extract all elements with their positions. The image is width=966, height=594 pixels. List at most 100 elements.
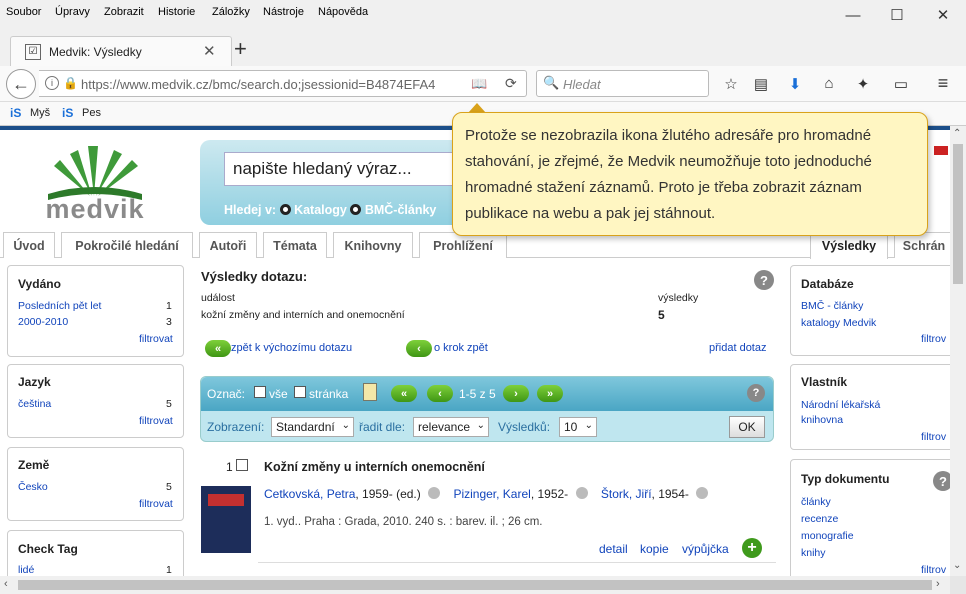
hscroll-thumb[interactable] (18, 580, 932, 590)
hamburger-menu-icon[interactable]: ≡ (930, 70, 956, 97)
scope-bmc-radio[interactable] (350, 204, 362, 215)
add-icon[interactable]: + (742, 538, 762, 558)
facet-item[interactable]: recenze (801, 513, 838, 525)
search-icon: 🔍 (543, 75, 560, 90)
tab-pokrocile[interactable]: Pokročilé hledání (61, 232, 193, 258)
vypujcka-link[interactable]: výpůjčka (682, 542, 729, 556)
last-page-icon[interactable]: » (537, 385, 563, 402)
facet-title: Typ dokumentu (801, 472, 890, 486)
info-icon[interactable]: i (45, 76, 59, 90)
scroll-up-icon[interactable]: ⌃ (953, 128, 961, 139)
menu-zobrazit[interactable]: Zobrazit (104, 6, 144, 18)
mark-page-checkbox[interactable] (294, 386, 306, 398)
english-flag-icon[interactable] (934, 146, 948, 155)
facet-item[interactable]: katalogy Medvik (801, 317, 876, 329)
close-tab-icon[interactable]: ✕ (203, 42, 216, 60)
facet-filter-link[interactable]: filtrovat (139, 498, 173, 510)
scroll-thumb[interactable] (953, 144, 963, 284)
book-cover[interactable] (201, 486, 251, 553)
clipboard-icon[interactable] (363, 383, 377, 401)
clipboard-icon[interactable]: ▤ (748, 70, 774, 97)
scope-bmc-label[interactable]: BMČ-články (365, 203, 437, 217)
scope-katalogy-radio[interactable] (279, 204, 291, 215)
back-start-icon[interactable]: « (205, 340, 231, 357)
scroll-down-icon[interactable]: ⌄ (953, 560, 961, 571)
help-icon[interactable]: ? (754, 270, 774, 290)
help-icon[interactable]: ? (933, 471, 950, 491)
tab-autori[interactable]: Autoři (199, 232, 257, 258)
sort-select[interactable]: relevance ⌄ (413, 417, 489, 437)
facet-filter-link[interactable]: filtrov (921, 564, 946, 576)
help-icon[interactable]: ? (747, 384, 765, 402)
facet-item[interactable]: lidé (18, 564, 34, 576)
download-icon[interactable]: ⬇ (782, 70, 808, 97)
record-checkbox[interactable] (236, 459, 248, 471)
ok-button[interactable]: OK (729, 416, 765, 438)
per-page-select[interactable]: 10 ⌄ (559, 417, 597, 437)
display-select[interactable]: Standardní ⌄ (271, 417, 354, 437)
info-icon[interactable] (575, 487, 588, 499)
facet-filter-link[interactable]: filtrov (921, 333, 946, 345)
menu-nastroje[interactable]: Nástroje (263, 6, 304, 18)
new-tab-icon[interactable]: + (234, 36, 247, 62)
menu-historie[interactable]: Historie (158, 6, 195, 18)
facet-item[interactable]: BMČ - články (801, 300, 863, 312)
facet-filter-link[interactable]: filtrovat (139, 415, 173, 427)
first-page-icon[interactable]: « (391, 385, 417, 402)
search-field[interactable]: 🔍 Hledat (536, 70, 709, 97)
reload-icon[interactable]: ⟳ (505, 75, 517, 92)
kopie-link[interactable]: kopie (640, 542, 669, 556)
back-step-link[interactable]: o krok zpět (434, 342, 488, 354)
author-link[interactable]: Pizinger, Karel (453, 487, 530, 501)
record-title[interactable]: Kožní změny u interních onemocnění (264, 460, 485, 474)
facet-item[interactable]: Česko (18, 481, 48, 493)
vertical-scrollbar[interactable]: ⌃ ⌄ (950, 126, 966, 576)
prev-page-icon[interactable]: ‹ (427, 385, 453, 402)
facet-item[interactable]: Národní lékařská knihovna (801, 398, 891, 428)
next-page-icon[interactable]: › (503, 385, 529, 402)
query-input[interactable]: napište hledaný výraz... (224, 152, 474, 186)
bookmark-star-icon[interactable]: ☆ (718, 70, 744, 97)
extension-icon[interactable]: ✦ (850, 70, 876, 97)
facet-filter-link[interactable]: filtrovat (139, 333, 173, 345)
author-link[interactable]: Štork, Jiří (601, 487, 652, 501)
facet-item[interactable]: monografie (801, 530, 854, 542)
scroll-left-icon[interactable]: ‹ (4, 578, 8, 590)
url-bar[interactable]: i 🔒 https://www.medvik.cz/bmc/search.do;… (39, 70, 527, 97)
tab-uvod[interactable]: Úvod (3, 232, 55, 258)
reader-view-icon[interactable]: 📖 (471, 76, 487, 92)
back-step-icon[interactable]: ‹ (406, 340, 432, 357)
tab-temata[interactable]: Témata (263, 232, 327, 258)
scope-katalogy-label[interactable]: Katalogy (294, 203, 347, 217)
back-start-link[interactable]: zpět k výchozímu dotazu (231, 342, 352, 354)
facet-item[interactable]: články (801, 496, 831, 508)
favicon-icon: ☑ (25, 44, 41, 60)
menu-upravy[interactable]: Úpravy (55, 6, 90, 18)
facet-filter-link[interactable]: filtrov (921, 431, 946, 443)
facet-item[interactable]: čeština (18, 398, 51, 410)
tab-knihovny[interactable]: Knihovny (333, 232, 413, 258)
page-icon[interactable]: ▭ (888, 70, 914, 97)
browser-tab[interactable]: ☑ Medvik: Výsledky ✕ (10, 36, 232, 66)
facet-item[interactable]: knihy (801, 547, 826, 559)
menu-napoveda[interactable]: Nápověda (318, 6, 368, 18)
bookmark-mys[interactable]: Myš (30, 107, 50, 119)
menu-zalozky[interactable]: Záložky (212, 6, 250, 18)
horizontal-scrollbar[interactable]: ‹ › (0, 576, 950, 594)
medvik-logo[interactable]: medvik (34, 136, 156, 226)
info-icon[interactable] (428, 487, 441, 499)
mark-all-checkbox[interactable] (254, 386, 266, 398)
bookmark-pes[interactable]: Pes (82, 107, 101, 119)
menu-soubor[interactable]: Soubor (6, 6, 41, 18)
author-link[interactable]: Cetkovská, Petra (264, 487, 355, 501)
detail-link[interactable]: detail (599, 542, 628, 556)
tab-vysledky[interactable]: Výsledky (810, 232, 888, 259)
home-icon[interactable]: ⌂ (816, 70, 842, 97)
back-icon[interactable]: ← (6, 69, 36, 99)
add-query-link[interactable]: přidat dotaz (709, 342, 766, 354)
facet-item[interactable]: Posledních pět let (18, 300, 101, 312)
facet-item[interactable]: 2000-2010 (18, 316, 68, 328)
info-icon[interactable] (696, 487, 709, 499)
facet-count: 1 (166, 564, 172, 576)
scroll-right-icon[interactable]: › (936, 578, 940, 590)
